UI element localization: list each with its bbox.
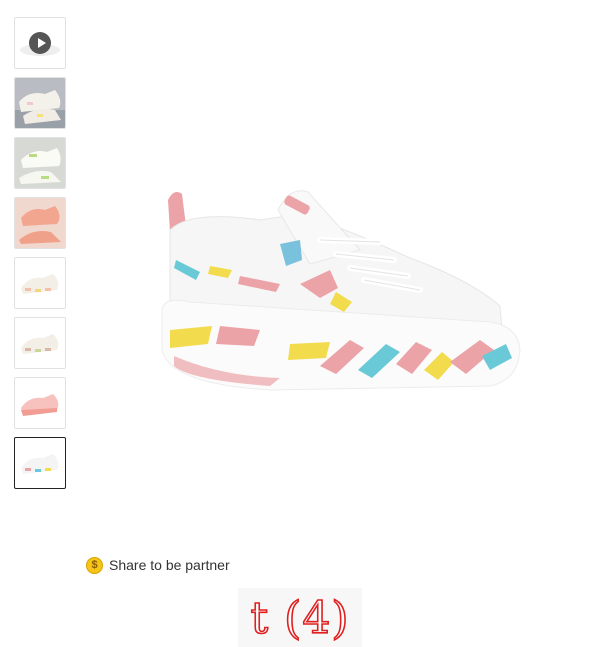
coin-icon: $ — [86, 556, 103, 574]
watermark-text: t (4) — [250, 593, 350, 644]
thumbnail-photo-5[interactable] — [14, 317, 66, 369]
main-product-image — [161, 190, 521, 391]
thumbnail-photo-4[interactable] — [14, 257, 66, 309]
thumbnail-video[interactable] — [14, 17, 66, 69]
shoe-thumbnail-image — [21, 334, 59, 354]
share-label: Share to be partner — [109, 557, 230, 573]
shoe-thumbnail-image — [15, 78, 65, 128]
thumbnail-photo-6[interactable] — [14, 377, 66, 429]
shoe-thumbnail-image — [21, 454, 59, 474]
top-cropped-text — [0, 0, 603, 6]
watermark-overlay: t (4) — [238, 588, 362, 647]
thumbnail-photo-3[interactable] — [14, 197, 66, 249]
shoe-thumbnail-image — [21, 394, 59, 416]
share-to-be-partner-link[interactable]: $ Share to be partner — [86, 556, 230, 574]
thumbnail-photo-1[interactable] — [14, 77, 66, 129]
shoe-thumbnail-image — [21, 274, 59, 294]
thumbnail-photo-7[interactable] — [14, 437, 66, 489]
play-icon — [29, 32, 51, 54]
shoe-thumbnail-image — [15, 138, 65, 188]
shoe-thumbnail-image — [15, 198, 65, 248]
thumbnail-photo-2[interactable] — [14, 137, 66, 189]
